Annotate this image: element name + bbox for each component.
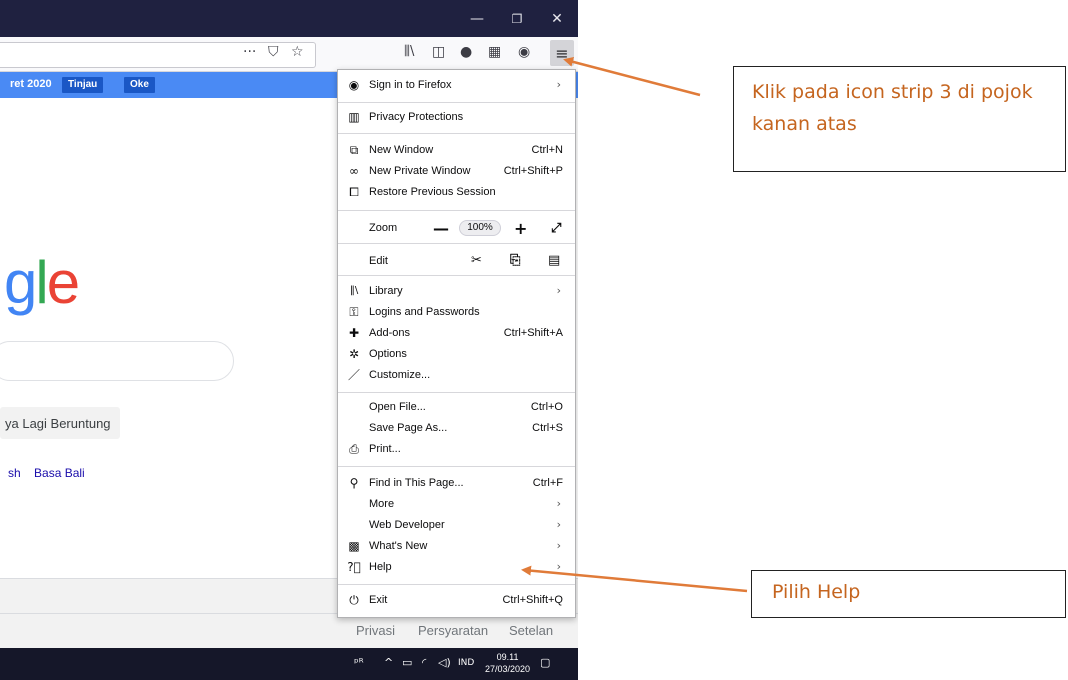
arrow-to-help [521,565,748,593]
arrow-to-hamburger [563,56,701,97]
annotation-arrows [521,56,748,593]
